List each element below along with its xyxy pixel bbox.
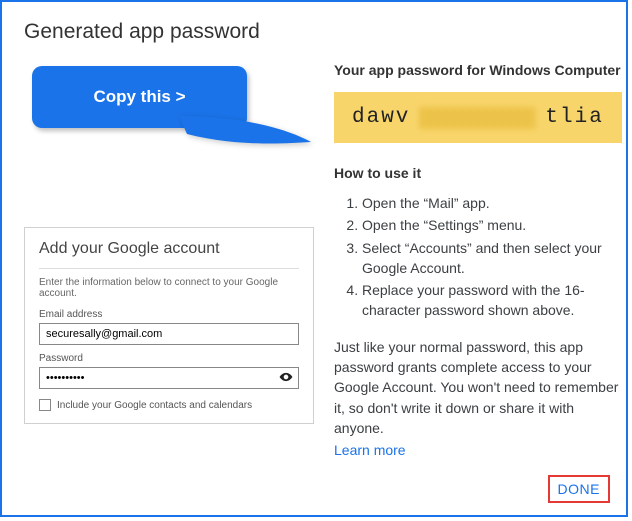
password-label: Password (39, 353, 299, 364)
app-password-box: dawv tlia (334, 92, 622, 143)
done-button[interactable]: DONE (548, 475, 610, 503)
include-row[interactable]: Include your Google contacts and calenda… (39, 399, 299, 411)
inset-title: Add your Google account (39, 240, 299, 258)
page-title: Generated app password (24, 20, 604, 44)
password-prefix: dawv (352, 106, 410, 129)
list-item: Select “Accounts” and then select your G… (362, 238, 622, 279)
password-redacted-icon (420, 107, 535, 129)
right-column: Your app password for Windows Computer d… (334, 62, 626, 458)
list-item: Replace your password with the 16-charac… (362, 280, 622, 321)
email-field[interactable] (39, 323, 299, 345)
howto-heading: How to use it (334, 165, 622, 181)
howto-steps: Open the “Mail” app. Open the “Settings”… (334, 193, 622, 321)
password-field[interactable] (39, 367, 299, 389)
app-password-subhead: Your app password for Windows Computer (334, 62, 622, 78)
password-row (39, 367, 299, 397)
list-item: Open the “Mail” app. (362, 193, 622, 213)
learn-more-link[interactable]: Learn more (334, 442, 406, 458)
annotation-wrap: Copy this > (24, 62, 314, 172)
disclaimer-text: Just like your normal password, this app… (334, 337, 622, 438)
inset-subtitle: Enter the information below to connect t… (39, 277, 299, 299)
include-checkbox[interactable] (39, 399, 51, 411)
email-label: Email address (39, 309, 299, 320)
reveal-password-icon[interactable] (279, 370, 293, 387)
dialog-frame: Generated app password Copy this > Add y… (0, 0, 628, 517)
inset-divider (39, 268, 299, 269)
password-suffix: tlia (545, 106, 603, 129)
include-checkbox-label: Include your Google contacts and calenda… (57, 400, 252, 411)
add-account-inset: Add your Google account Enter the inform… (24, 227, 314, 424)
left-column: Copy this > Add your Google account Ente… (24, 62, 314, 458)
annotation-text: Copy this > (93, 87, 185, 107)
content-row: Copy this > Add your Google account Ente… (24, 62, 604, 458)
list-item: Open the “Settings” menu. (362, 215, 622, 235)
